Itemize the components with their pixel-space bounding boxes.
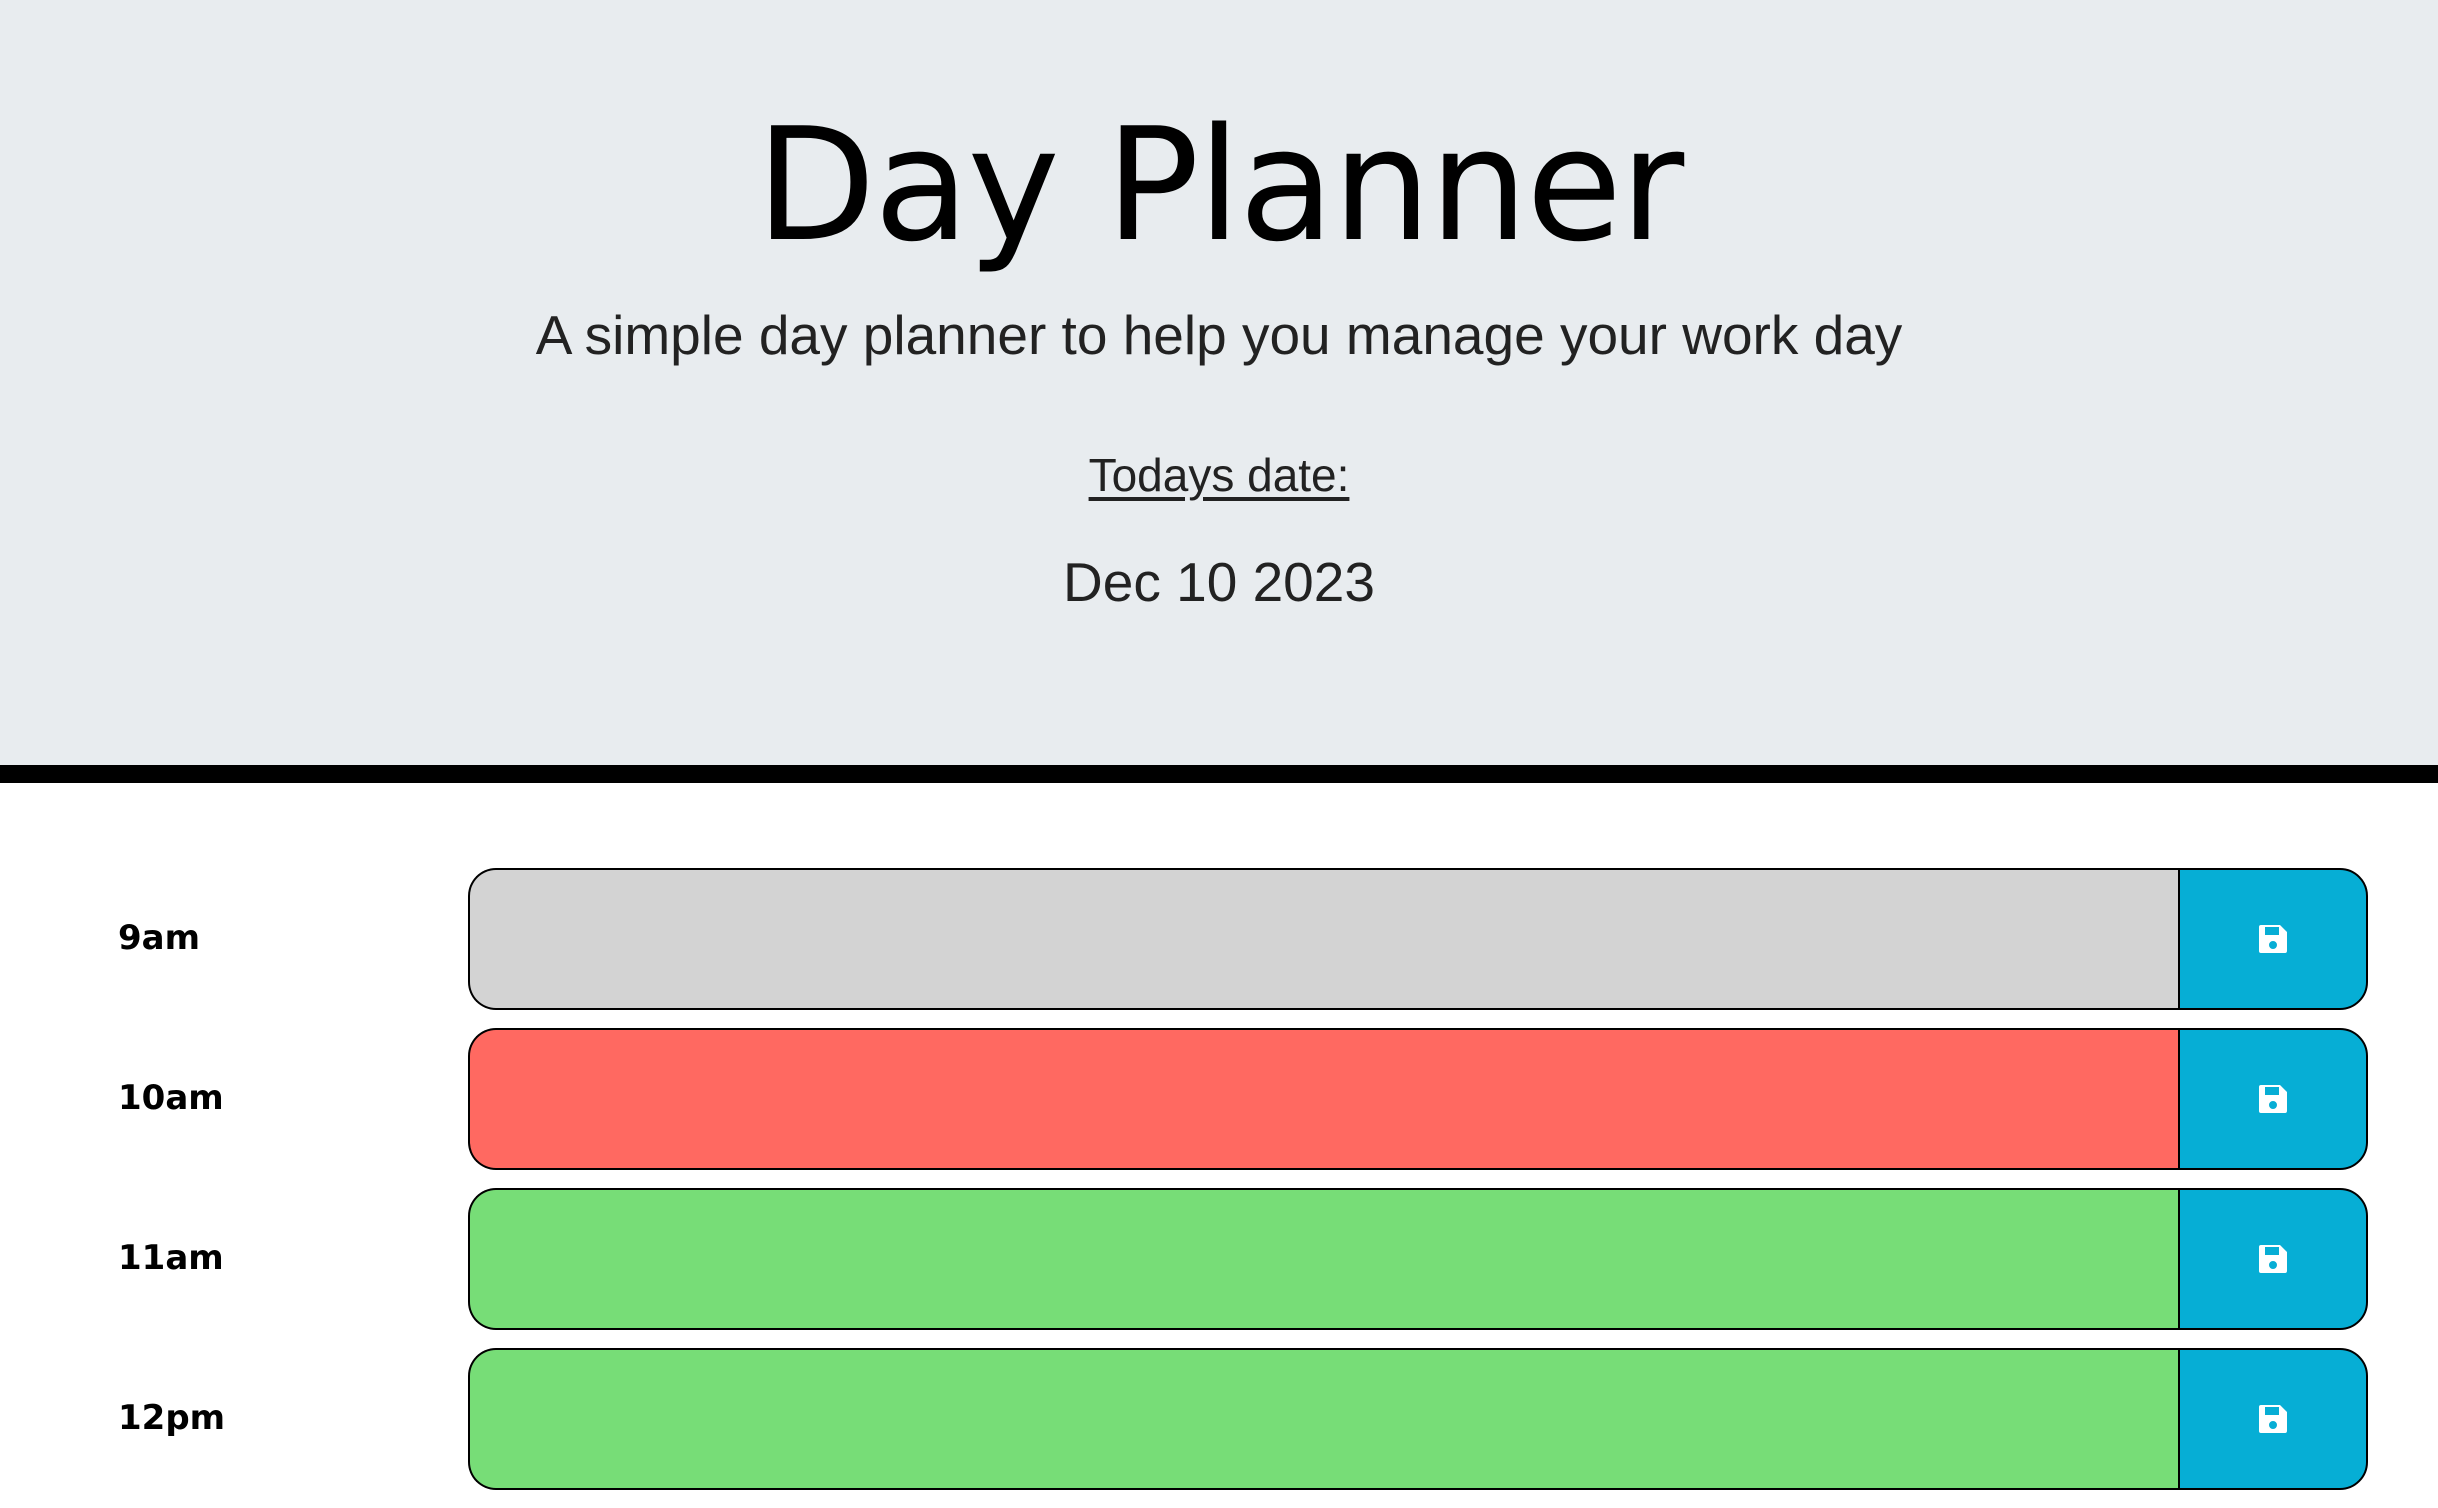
- time-block-row: 12pm: [0, 1348, 2438, 1490]
- floppy-disk-icon: [2259, 1245, 2287, 1273]
- floppy-disk-icon: [2259, 1405, 2287, 1433]
- event-textarea[interactable]: [468, 1348, 2180, 1490]
- hour-label: 9am: [118, 918, 201, 958]
- event-textarea[interactable]: [468, 868, 2180, 1010]
- save-button[interactable]: [2178, 1188, 2368, 1330]
- hour-label: 11am: [118, 1238, 224, 1278]
- floppy-disk-icon: [2259, 925, 2287, 953]
- event-textarea[interactable]: [468, 1188, 2180, 1330]
- date-label: Todays date:: [0, 445, 2438, 505]
- time-block-row: 10am: [0, 1028, 2438, 1170]
- date-label-text: Todays date:: [1088, 449, 1350, 501]
- header: Day Planner A simple day planner to help…: [0, 0, 2438, 783]
- hour-label: 12pm: [118, 1398, 226, 1438]
- save-button[interactable]: [2178, 1348, 2368, 1490]
- time-block-row: 11am: [0, 1188, 2438, 1330]
- time-blocks: 9am 10am 11am 12pm: [0, 868, 2438, 1508]
- page-title: Day Planner: [755, 94, 1685, 276]
- current-date: Dec 10 2023: [1063, 551, 1375, 613]
- hour-label: 10am: [118, 1078, 224, 1118]
- time-block-row: 9am: [0, 868, 2438, 1010]
- event-textarea[interactable]: [468, 1028, 2180, 1170]
- floppy-disk-icon: [2259, 1085, 2287, 1113]
- save-button[interactable]: [2178, 1028, 2368, 1170]
- page-subtitle: A simple day planner to help you manage …: [535, 304, 1903, 366]
- save-button[interactable]: [2178, 868, 2368, 1010]
